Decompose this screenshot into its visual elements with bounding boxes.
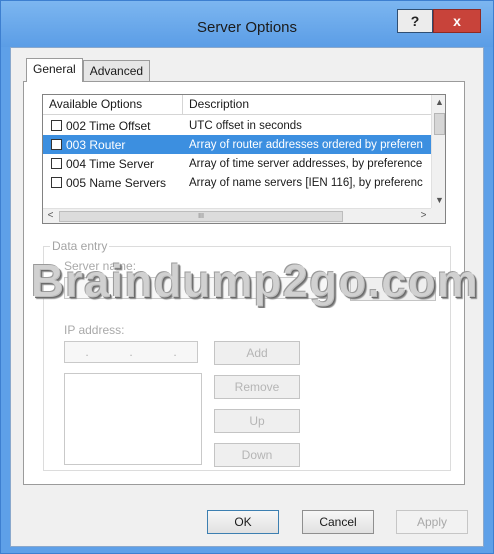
option-checkbox[interactable] <box>51 120 62 131</box>
vertical-scroll-thumb[interactable] <box>434 113 445 135</box>
ip-address-list[interactable] <box>64 373 202 465</box>
available-options-list[interactable]: Available Options Description 002 Time O… <box>42 94 446 224</box>
ip-address-input[interactable]: . . . <box>64 341 198 363</box>
tab-strip: General Advanced <box>26 58 151 82</box>
cancel-button[interactable]: Cancel <box>302 510 374 534</box>
scroll-left-arrow-icon[interactable]: < <box>43 209 58 223</box>
option-description: Array of router addresses ordered by pre… <box>189 138 423 151</box>
column-header-description[interactable]: Description <box>183 95 431 115</box>
server-name-input[interactable] <box>64 277 334 299</box>
scroll-down-arrow-icon[interactable]: ▼ <box>432 193 445 208</box>
option-name: 002 Time Offset <box>66 118 151 133</box>
list-item[interactable]: 005 Name Servers Array of name servers [… <box>43 173 431 192</box>
data-entry-label: Data entry <box>50 239 110 253</box>
ip-dot: . <box>85 345 89 359</box>
option-description: Array of name servers [IEN 116], by pref… <box>189 176 423 189</box>
option-description: UTC offset in seconds <box>189 119 302 132</box>
option-name: 005 Name Servers <box>66 175 167 190</box>
general-tab-panel: Available Options Description 002 Time O… <box>23 81 465 485</box>
list-rows: 002 Time Offset UTC offset in seconds 00… <box>43 116 431 192</box>
ip-dot: . <box>129 345 133 359</box>
horizontal-scroll-thumb[interactable]: III <box>59 211 343 222</box>
data-entry-group: Data entry Server name: IP address: . . … <box>43 239 451 471</box>
scroll-up-arrow-icon[interactable]: ▲ <box>432 95 445 110</box>
option-description: Array of time server addresses, by prefe… <box>189 157 423 170</box>
option-name: 004 Time Server <box>66 156 155 171</box>
option-checkbox[interactable] <box>51 139 62 150</box>
option-checkbox[interactable] <box>51 177 62 188</box>
list-item[interactable]: 002 Time Offset UTC offset in seconds <box>43 116 431 135</box>
title-bar[interactable]: Server Options ? x <box>1 1 493 47</box>
help-button[interactable]: ? <box>397 9 433 33</box>
ok-button[interactable]: OK <box>207 510 279 534</box>
list-header: Available Options Description <box>43 95 431 115</box>
server-options-dialog: Server Options ? x General Advanced Avai… <box>0 0 494 554</box>
up-button[interactable]: Up <box>214 409 300 433</box>
option-checkbox[interactable] <box>51 158 62 169</box>
down-button[interactable]: Down <box>214 443 300 467</box>
scroll-right-arrow-icon[interactable]: > <box>416 209 431 223</box>
list-item-selected[interactable]: 003 Router Array of router addresses ord… <box>43 135 431 154</box>
close-button[interactable]: x <box>433 9 481 33</box>
horizontal-scrollbar[interactable]: < III > <box>43 208 431 223</box>
ip-dot: . <box>173 345 177 359</box>
remove-button[interactable]: Remove <box>214 375 300 399</box>
scrollbar-corner <box>431 208 445 223</box>
ip-address-label: IP address: <box>64 323 125 337</box>
vertical-scrollbar[interactable]: ▲ ▼ <box>431 95 445 208</box>
tab-advanced[interactable]: Advanced <box>82 60 151 82</box>
server-name-label: Server name: <box>64 259 137 273</box>
column-header-available-options[interactable]: Available Options <box>43 95 183 115</box>
tab-general[interactable]: General <box>26 58 83 82</box>
dialog-client-area: General Advanced Available Options Descr… <box>10 47 484 547</box>
apply-button[interactable]: Apply <box>396 510 468 534</box>
resolve-button[interactable] <box>350 277 436 301</box>
add-button[interactable]: Add <box>214 341 300 365</box>
list-item[interactable]: 004 Time Server Array of time server add… <box>43 154 431 173</box>
option-name: 003 Router <box>66 137 126 152</box>
